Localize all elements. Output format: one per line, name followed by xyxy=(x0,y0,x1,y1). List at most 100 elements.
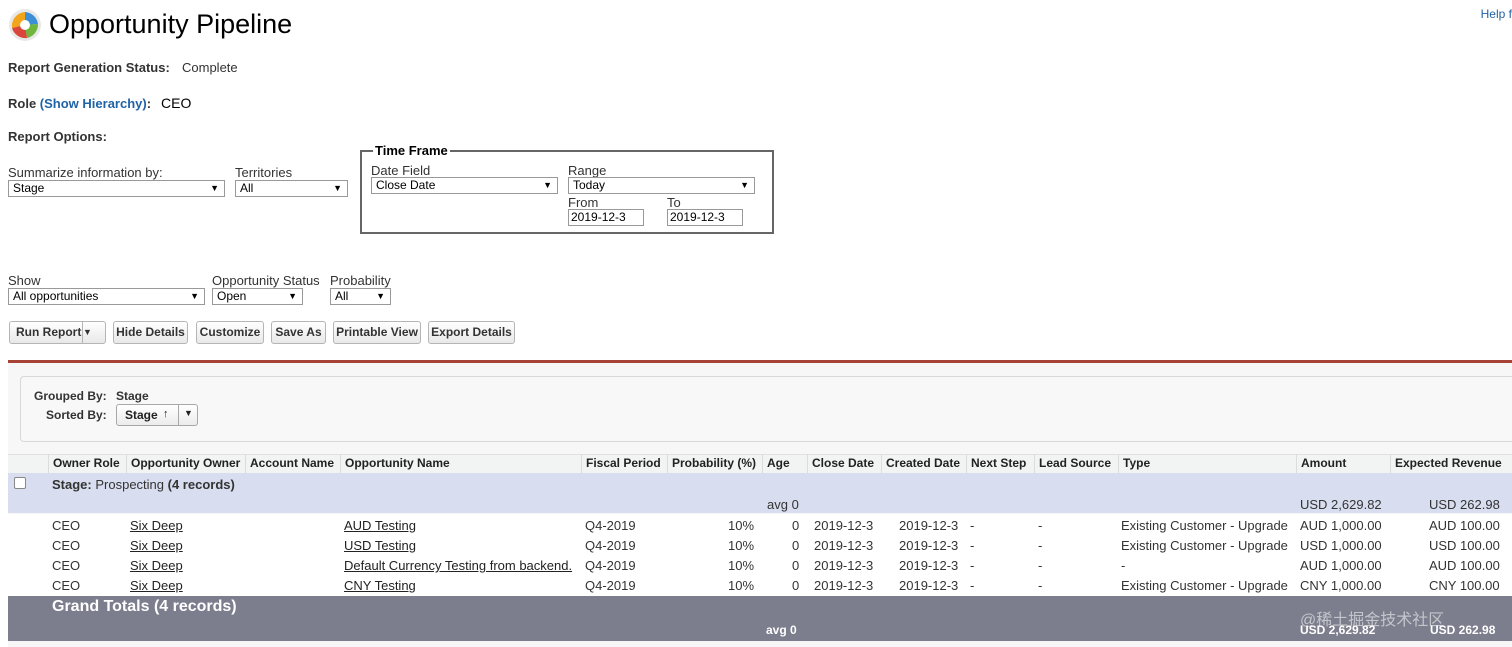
cell-owner-link[interactable]: Six Deep xyxy=(130,578,183,594)
cell-expected: CNY 100.00 xyxy=(1429,578,1500,593)
group-stage-value: Prospecting xyxy=(95,477,165,492)
summarize-label: Summarize information by: xyxy=(8,165,163,180)
cell-owner-link[interactable]: Six Deep xyxy=(130,558,183,574)
col-owner-role[interactable]: Owner Role xyxy=(48,454,120,473)
cell-lead-source: - xyxy=(1038,578,1043,593)
col-account-name[interactable]: Account Name xyxy=(245,454,334,473)
group-header: Stage: Prospecting (4 records) xyxy=(52,477,235,493)
cell-owner-link[interactable]: Six Deep xyxy=(130,518,183,534)
sort-arrow-up-icon: ↑ xyxy=(163,408,169,420)
date-field-label: Date Field xyxy=(371,163,431,178)
cell-opportunity-link[interactable]: Default Currency Testing from backend. xyxy=(344,558,572,574)
chevron-down-icon: ▼ xyxy=(543,180,552,190)
range-select-value: Today xyxy=(573,178,606,192)
col-amount[interactable]: Amount xyxy=(1296,454,1346,473)
hide-details-button[interactable]: Hide Details xyxy=(113,321,188,344)
status-value: Complete xyxy=(182,60,238,75)
chevron-down-icon: ▼ xyxy=(376,291,385,301)
cell-opportunity-link[interactable]: CNY Testing xyxy=(344,578,416,594)
cell-close-date: 2019-12-3 xyxy=(814,518,874,533)
range-label: Range xyxy=(568,163,607,178)
group-expected-revenue: USD 262.98 xyxy=(1429,497,1500,512)
role-colon: : xyxy=(146,96,152,111)
col-opportunity-name[interactable]: Opportunity Name xyxy=(340,454,450,473)
cell-owner-role: CEO xyxy=(52,538,81,553)
cell-opportunity-link[interactable]: AUD Testing xyxy=(344,518,416,534)
col-created-date[interactable]: Created Date xyxy=(881,454,960,473)
grouped-by-value: Stage xyxy=(116,389,149,403)
role-label-text: Role xyxy=(8,96,37,111)
run-report-button[interactable]: Run Report ▼ xyxy=(9,321,106,344)
show-select-value: All opportunities xyxy=(13,289,99,303)
opp-status-label: Opportunity Status xyxy=(212,273,320,288)
from-date-input[interactable]: 2019-12-3 xyxy=(568,209,644,226)
grouped-by-label: Grouped By: xyxy=(34,389,107,403)
col-probability[interactable]: Probability (%) xyxy=(667,454,756,473)
cell-next-step: - xyxy=(970,518,975,533)
show-select[interactable]: All opportunities ▼ xyxy=(8,288,205,305)
from-label: From xyxy=(568,195,599,210)
group-stage-label: Stage: xyxy=(52,477,92,492)
cell-fiscal: Q4-2019 xyxy=(585,538,636,553)
cell-created-date: 2019-12-3 xyxy=(899,578,959,593)
col-next-step[interactable]: Next Step xyxy=(966,454,1026,473)
cell-fiscal: Q4-2019 xyxy=(585,558,636,573)
probability-select[interactable]: All ▼ xyxy=(330,288,391,305)
to-date-input[interactable]: 2019-12-3 xyxy=(667,209,743,226)
sort-select-value: Stage xyxy=(125,408,158,422)
printable-view-button[interactable]: Printable View xyxy=(333,321,421,344)
cell-age: 0 xyxy=(792,518,800,533)
export-details-button[interactable]: Export Details xyxy=(428,321,515,344)
role-label: Role (Show Hierarchy): xyxy=(8,96,151,111)
sorted-by-label: Sorted By: xyxy=(46,408,107,422)
group-avg-age: avg 0 xyxy=(767,497,799,512)
cell-close-date: 2019-12-3 xyxy=(814,558,874,573)
col-lead-source[interactable]: Lead Source xyxy=(1034,454,1111,473)
date-field-select[interactable]: Close Date ▼ xyxy=(371,177,558,194)
chevron-down-icon: ▼ xyxy=(740,180,749,190)
cell-close-date: 2019-12-3 xyxy=(814,578,874,593)
save-as-button[interactable]: Save As xyxy=(271,321,326,344)
cell-opportunity-link[interactable]: USD Testing xyxy=(344,538,416,554)
probability-select-value: All xyxy=(335,289,349,303)
help-link[interactable]: Help f xyxy=(1481,7,1512,21)
chevron-down-icon[interactable]: ▼ xyxy=(184,408,193,418)
cell-owner-role: CEO xyxy=(52,518,81,533)
run-report-dropdown-icon[interactable]: ▼ xyxy=(82,322,105,343)
group-checkbox[interactable] xyxy=(14,477,26,489)
range-select[interactable]: Today ▼ xyxy=(568,177,755,194)
summarize-select-value: Stage xyxy=(13,181,45,195)
opp-status-select[interactable]: Open ▼ xyxy=(212,288,303,305)
cell-amount: CNY 1,000.00 xyxy=(1300,578,1382,593)
col-opportunity-owner[interactable]: Opportunity Owner xyxy=(126,454,240,473)
col-expected-revenue[interactable]: Expected Revenue xyxy=(1390,454,1502,473)
probability-label: Probability xyxy=(330,273,391,288)
cell-next-step: - xyxy=(970,578,975,593)
cell-created-date: 2019-12-3 xyxy=(899,558,959,573)
col-type[interactable]: Type xyxy=(1118,454,1150,473)
chevron-down-icon: ▼ xyxy=(190,291,199,301)
sort-select[interactable]: Stage ↑ ▼ xyxy=(116,404,198,426)
col-age[interactable]: Age xyxy=(762,454,790,473)
col-fiscal-period[interactable]: Fiscal Period xyxy=(581,454,661,473)
opp-status-select-value: Open xyxy=(217,289,247,303)
show-hierarchy-link[interactable]: (Show Hierarchy) xyxy=(40,96,147,111)
col-close-date[interactable]: Close Date xyxy=(807,454,874,473)
cell-probability: 10% xyxy=(728,578,755,593)
page-title: Opportunity Pipeline xyxy=(49,9,293,39)
cell-probability: 10% xyxy=(728,538,755,553)
cell-owner-link[interactable]: Six Deep xyxy=(130,538,183,554)
group-amount: USD 2,629.82 xyxy=(1300,497,1382,512)
sort-divider xyxy=(178,405,179,425)
cell-next-step: - xyxy=(970,538,975,553)
cell-lead-source: - xyxy=(1038,538,1043,553)
customize-button[interactable]: Customize xyxy=(196,321,264,344)
cell-type: - xyxy=(1121,558,1126,573)
report-options-label: Report Options: xyxy=(8,129,107,144)
grand-totals-avg-age: avg 0 xyxy=(766,623,797,637)
summarize-select[interactable]: Stage ▼ xyxy=(8,180,225,197)
to-label: To xyxy=(667,195,681,210)
territories-select[interactable]: All ▼ xyxy=(235,180,348,197)
cell-created-date: 2019-12-3 xyxy=(899,538,959,553)
cell-expected: AUD 100.00 xyxy=(1429,558,1500,573)
